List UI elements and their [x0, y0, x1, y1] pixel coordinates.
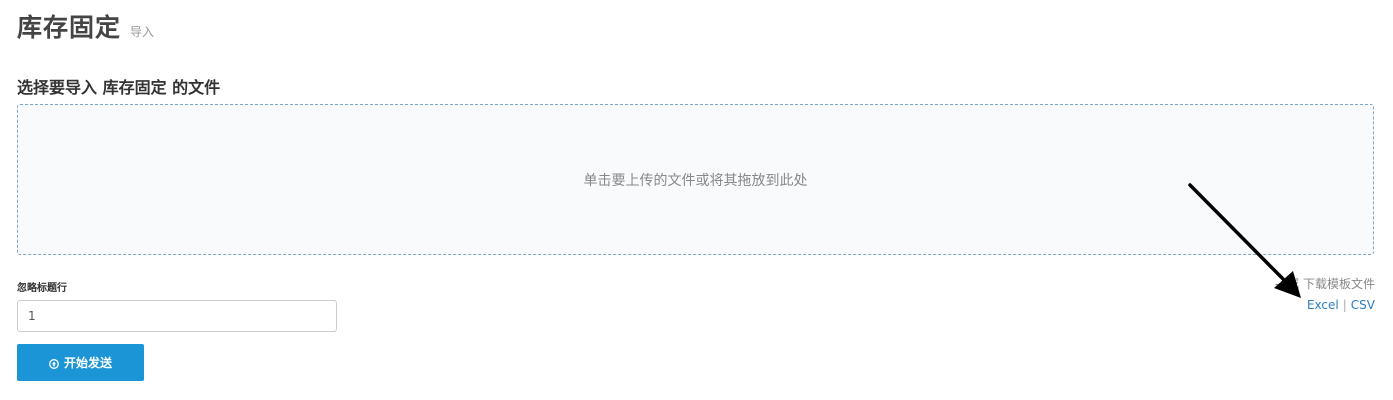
template-download: -- 或 下载模板文件 Excel | CSV: [1275, 276, 1375, 313]
page-title: 库存固定: [17, 13, 122, 42]
arrow-circle-up-icon: [49, 358, 59, 369]
ignore-header-input[interactable]: [17, 300, 337, 332]
import-page: 库存固定 导入 选择要导入 库存固定 的文件 单击要上传的文件或将其拖放到此处 …: [0, 0, 1393, 400]
start-send-label: 开始发送: [63, 356, 112, 370]
ignore-header-label: 忽略标题行: [17, 283, 67, 294]
link-separator: |: [1342, 298, 1347, 312]
page-header: 库存固定 导入: [17, 8, 154, 44]
file-dropzone[interactable]: 单击要上传的文件或将其拖放到此处: [17, 104, 1374, 255]
csv-template-link[interactable]: CSV: [1351, 298, 1375, 312]
template-links: Excel | CSV: [1275, 297, 1375, 313]
start-send-button[interactable]: 开始发送: [17, 344, 144, 381]
section-title: 选择要导入 库存固定 的文件: [17, 78, 221, 97]
template-prefix: -- 或 下载模板文件: [1274, 277, 1375, 291]
dropzone-text: 单击要上传的文件或将其拖放到此处: [583, 172, 808, 189]
excel-template-link[interactable]: Excel: [1307, 298, 1339, 312]
page-subtitle: 导入: [130, 25, 155, 39]
